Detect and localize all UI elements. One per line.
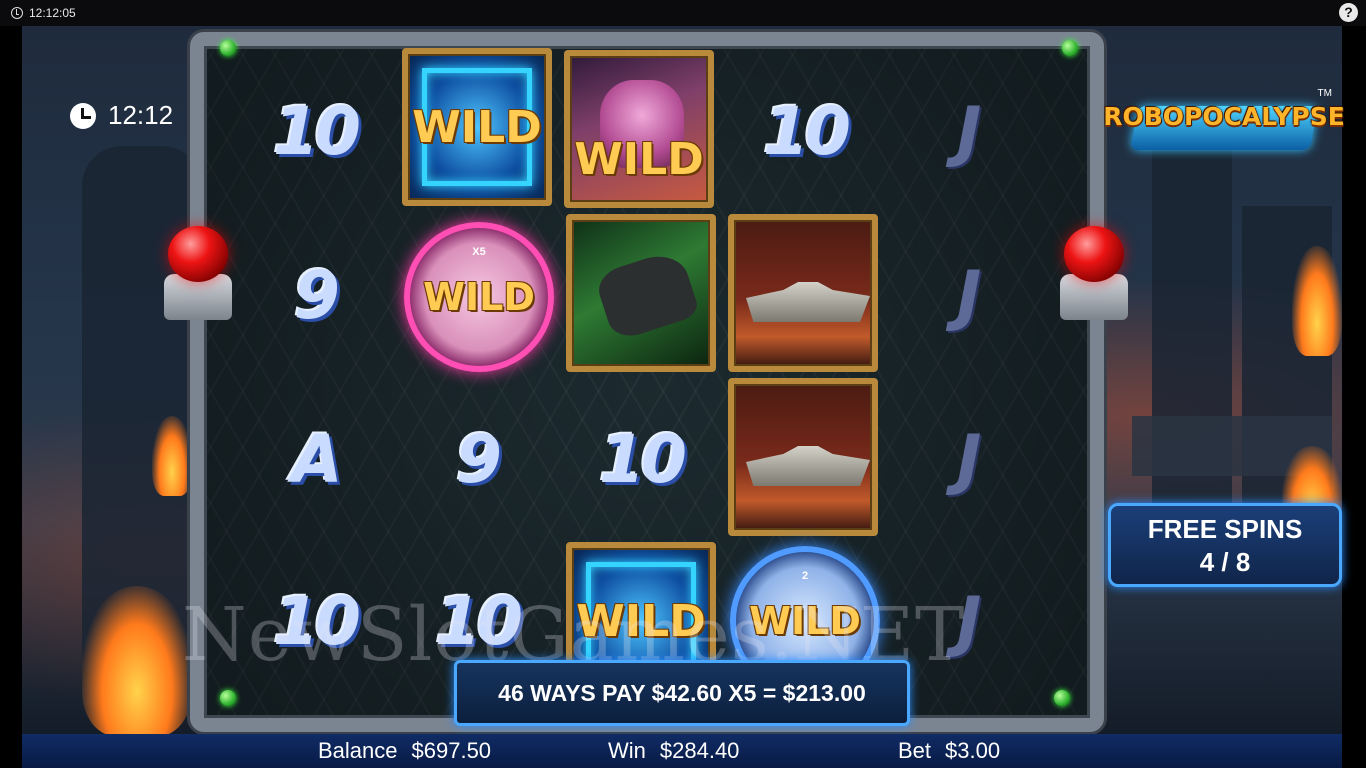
alarm-lamp xyxy=(1064,226,1124,282)
symbol-letter: 10 xyxy=(435,582,523,660)
multiplier-label: 2 xyxy=(801,570,809,582)
win-banner-text: 46 WAYS PAY $42.60 X5 = $213.00 xyxy=(498,679,866,706)
balance-label: Balance xyxy=(318,738,398,763)
battleship-tile xyxy=(728,214,878,372)
gorilla-robot-figure xyxy=(593,247,701,343)
symbol-letter: 10 xyxy=(599,420,687,498)
wild-text: WILD xyxy=(749,599,861,643)
logo-text: ROBOPOCALYPSE xyxy=(1103,101,1345,131)
symbol-letter: 9 xyxy=(294,256,340,334)
reel3-symbol2 xyxy=(566,214,716,372)
frame-light xyxy=(220,40,236,56)
system-bar: 12:12:05 ? xyxy=(0,0,1366,26)
wild-robot-tile: WILD xyxy=(564,50,714,208)
symbol-letter: J xyxy=(956,92,981,170)
reel3-symbol1: WILD xyxy=(564,50,714,208)
city-building xyxy=(1152,136,1232,536)
symbol-letter: 10 xyxy=(273,582,361,660)
symbol-letter: 9 xyxy=(456,420,502,498)
win-banner: 46 WAYS PAY $42.60 X5 = $213.00 xyxy=(454,660,910,726)
reel1-symbol2: 9 xyxy=(240,220,390,370)
frame-light xyxy=(1062,40,1078,56)
balance-value: $697.50 xyxy=(411,738,492,763)
reel4-symbol1: 10 xyxy=(730,56,880,206)
left-border xyxy=(0,26,22,768)
free-spins-label: FREE SPINS xyxy=(1147,514,1303,544)
reel2-symbol3: 9 xyxy=(402,384,552,534)
alarm-light-left xyxy=(158,226,232,336)
game-screen: 12:12:05 ? 12:12 ROBOPOCALYPSE TM FREE S… xyxy=(0,0,1366,768)
gorilla-robot-tile xyxy=(566,214,716,372)
fire xyxy=(152,416,192,496)
alarm-lamp xyxy=(168,226,228,282)
reel5-symbol1: J xyxy=(892,56,1042,206)
alarm-light-right xyxy=(1054,226,1128,336)
reel4-symbol2 xyxy=(728,214,878,372)
battleship-tile xyxy=(728,378,878,536)
reel3-symbol3: 10 xyxy=(566,384,716,534)
bet-value: $3.00 xyxy=(945,738,1001,763)
wild-text: WILD xyxy=(423,275,535,319)
fire xyxy=(82,586,192,736)
wild-tile: WILD xyxy=(402,48,552,206)
reel2-symbol1: WILD xyxy=(402,48,552,206)
reel2-symbol2: X5 WILD xyxy=(404,222,554,372)
reel1-symbol1: 10 xyxy=(240,56,390,206)
reel5-symbol2: J xyxy=(892,220,1042,370)
clock-icon xyxy=(70,102,96,129)
reel1-symbol3: A xyxy=(240,384,390,534)
symbol-letter: A xyxy=(291,420,342,498)
wild-text: WILD xyxy=(576,595,706,647)
balance-display: Balance $697.50 xyxy=(318,738,491,764)
help-button[interactable]: ? xyxy=(1339,3,1358,22)
reel5-symbol4: J xyxy=(892,546,1042,696)
free-spins-count: 4 / 8 xyxy=(1199,547,1251,577)
win-label: Win xyxy=(608,738,646,763)
trademark: TM xyxy=(1317,88,1332,99)
reel5-symbol3: J xyxy=(892,384,1042,534)
wild-multiplier-disc: X5 WILD xyxy=(404,222,554,372)
bottom-bar: Balance $697.50 Win $284.40 Bet $3.00 xyxy=(22,734,1342,768)
win-value: $284.40 xyxy=(659,738,740,763)
symbol-letter: J xyxy=(956,582,981,660)
free-spins-counter: FREE SPINS 4 / 8 xyxy=(1108,503,1342,587)
battleship-figure xyxy=(746,446,870,486)
right-border xyxy=(1342,26,1366,768)
session-timer: 12:12 xyxy=(70,100,173,131)
win-display: Win $284.40 xyxy=(608,738,739,764)
symbol-letter: 10 xyxy=(273,92,361,170)
frame-light xyxy=(220,690,236,706)
reel1-symbol4: 10 xyxy=(240,546,390,696)
wild-text: WILD xyxy=(412,101,542,153)
bet-display: Bet $3.00 xyxy=(898,738,1000,764)
frame-light xyxy=(1054,690,1070,706)
clock-icon xyxy=(11,7,23,19)
fire xyxy=(1292,246,1342,356)
timer-text: 12:12 xyxy=(108,100,174,130)
system-time: 12:12:05 xyxy=(29,6,76,20)
battleship-figure xyxy=(746,282,870,322)
multiplier-label: X5 xyxy=(472,246,486,258)
symbol-letter: 10 xyxy=(763,92,851,170)
reel4-symbol3 xyxy=(728,378,878,536)
wild-text: WILD xyxy=(574,133,704,185)
game-logo: ROBOPOCALYPSE TM xyxy=(1103,84,1345,150)
bet-label: Bet xyxy=(898,738,932,763)
symbol-letter: J xyxy=(956,256,981,334)
symbol-letter: J xyxy=(956,420,981,498)
